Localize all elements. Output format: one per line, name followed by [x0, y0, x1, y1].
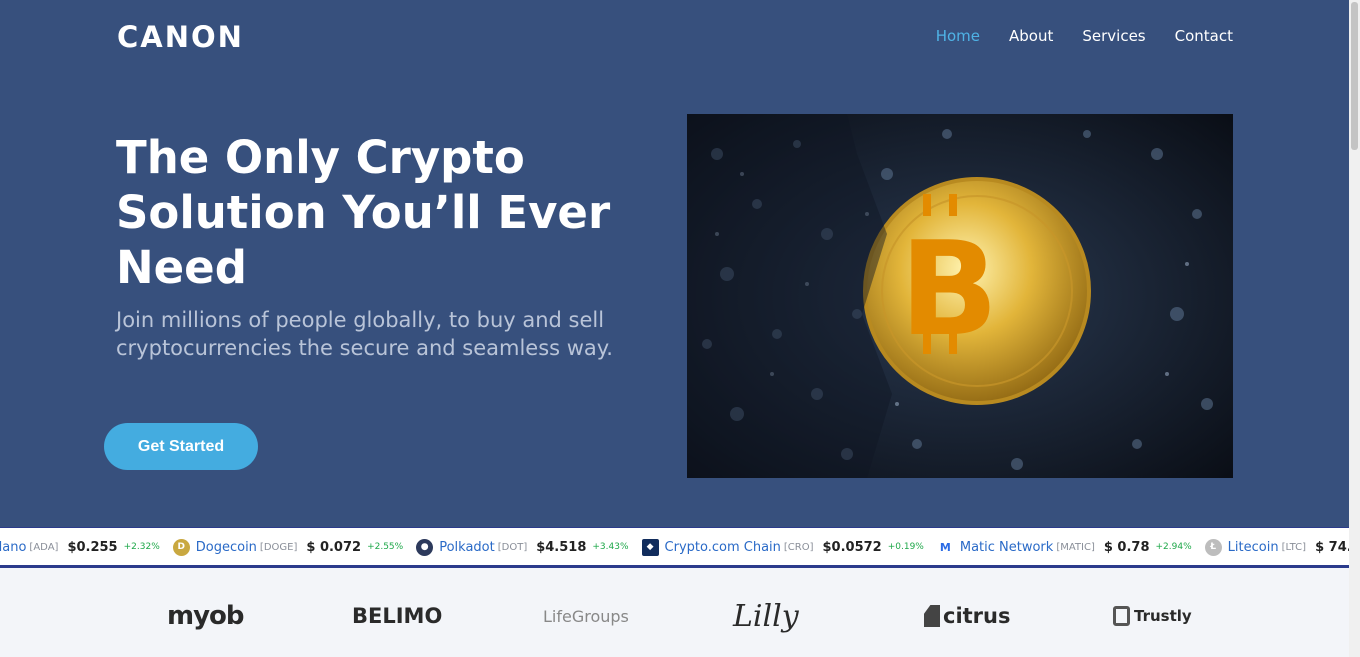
- nav-home[interactable]: Home: [936, 27, 980, 45]
- page-scrollbar[interactable]: [1349, 0, 1360, 657]
- ticker-item[interactable]: ● Polkadot [DOT] $4.518 +3.43%: [416, 538, 629, 556]
- partner-logo-myob: myob: [167, 601, 245, 631]
- partner-logo-trustly: Trustly: [1113, 586, 1192, 646]
- get-started-button[interactable]: Get Started: [104, 423, 258, 470]
- ticker-coin-price: $ 0.78: [1103, 539, 1150, 555]
- ticker-coin-symbol: [DOGE]: [259, 541, 298, 553]
- ticker-coin-name: Matic Network: [959, 539, 1054, 555]
- bitcoin-hero-image: B: [687, 114, 1233, 478]
- scrollbar-thumb[interactable]: [1351, 2, 1358, 150]
- matic-icon: M: [936, 538, 954, 556]
- partner-logo-trustly-label: Trustly: [1134, 607, 1192, 625]
- ticker-coin-name: Dogecoin: [195, 539, 257, 555]
- ticker-coin-change: +2.32%: [123, 542, 160, 552]
- ticker-item[interactable]: dano [ADA] $0.255 +2.32%: [0, 540, 160, 555]
- ticker-item[interactable]: M Matic Network [MATIC] $ 0.78 +2.94%: [936, 538, 1192, 556]
- partner-logo-belimo: BELIMO: [352, 604, 443, 628]
- partner-logo-lilly: Lilly: [733, 598, 799, 634]
- ticker-coin-symbol: [CRO]: [783, 541, 814, 553]
- ticker-coin-change: +0.19%: [887, 542, 924, 552]
- ticker-coin-symbol: [ADA]: [29, 541, 59, 553]
- hero-title: The Only Crypto Solution You’ll Ever Nee…: [116, 131, 611, 294]
- ticker-item[interactable]: D Dogecoin [DOGE] $ 0.072 +2.55%: [172, 538, 404, 556]
- nav-about[interactable]: About: [1009, 27, 1053, 45]
- polkadot-icon: ●: [416, 538, 434, 556]
- ticker-coin-price: $ 0.072: [306, 539, 362, 555]
- crypto-com-icon: ◆: [641, 538, 659, 556]
- ticker-coin-price: $4.518: [536, 539, 587, 555]
- main-nav: Home About Services Contact: [936, 27, 1233, 45]
- ticker-coin-change: +2.55%: [367, 542, 404, 552]
- ticker-coin-symbol: [MATIC]: [1056, 541, 1095, 553]
- ticker-item[interactable]: ◆ Crypto.com Chain [CRO] $0.0572 +0.19%: [641, 538, 924, 556]
- crypto-ticker: dano [ADA] $0.255 +2.32% D Dogecoin [DOG…: [0, 527, 1349, 568]
- litecoin-icon: Ł: [1204, 538, 1222, 556]
- ticker-coin-symbol: [DOT]: [497, 541, 528, 553]
- partner-logos: myob BELIMO LifeGroups Lilly citrus Trus…: [0, 586, 1349, 646]
- citrus-icon: [924, 605, 940, 627]
- ticker-coin-name: Litecoin: [1227, 539, 1279, 555]
- site-logo[interactable]: CANON: [117, 20, 244, 54]
- ticker-coin-symbol: [LTC]: [1281, 541, 1307, 553]
- partner-logo-citrus-label: citrus: [943, 604, 1011, 628]
- ticker-coin-price: $0.255: [67, 539, 118, 555]
- ticker-coin-price: $0.0572: [822, 539, 882, 555]
- ticker-track: dano [ADA] $0.255 +2.32% D Dogecoin [DOG…: [0, 528, 1349, 565]
- ticker-coin-price: $ 74.49: [1315, 539, 1349, 555]
- ticker-coin-name: dano: [0, 539, 27, 555]
- ticker-coin-name: Polkadot: [439, 539, 495, 555]
- partner-logo-citrus: citrus: [924, 586, 1011, 646]
- nav-services[interactable]: Services: [1082, 27, 1145, 45]
- partner-logo-lifegroups: LifeGroups: [543, 606, 629, 626]
- ticker-coin-change: +2.94%: [1155, 542, 1192, 552]
- ticker-item[interactable]: Ł Litecoin [LTC] $ 74.49: [1204, 538, 1349, 556]
- dogecoin-icon: D: [172, 538, 190, 556]
- ticker-coin-name: Crypto.com Chain: [664, 539, 781, 555]
- lock-icon: [1113, 606, 1130, 626]
- nav-contact[interactable]: Contact: [1175, 27, 1233, 45]
- hero-subtitle: Join millions of people globally, to buy…: [116, 308, 613, 360]
- hero-section: CANON Home About Services Contact The On…: [0, 0, 1349, 527]
- ticker-coin-change: +3.43%: [592, 542, 629, 552]
